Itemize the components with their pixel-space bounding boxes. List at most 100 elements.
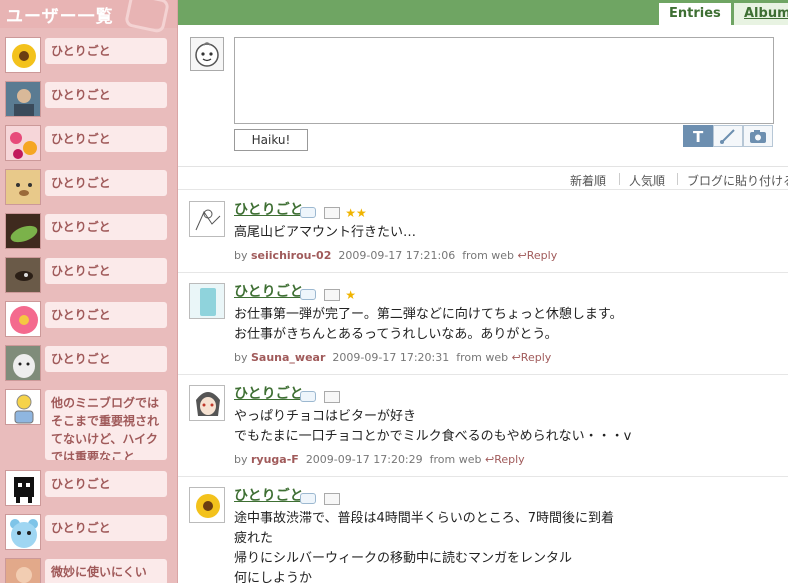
- sidebar-item-label[interactable]: ひとりごと: [45, 82, 167, 108]
- post-composer: Haiku! T: [178, 25, 788, 167]
- star-rating[interactable]: ★: [345, 288, 356, 302]
- entry-icons: [300, 386, 341, 403]
- entry-keyword-link[interactable]: ひとりごと: [234, 199, 304, 219]
- sidebar-item-label[interactable]: ひとりごと: [45, 471, 167, 497]
- entry-text-line: お仕事第一弾が完了ー。第二弾などに向けてちょっと休憩します。: [234, 307, 623, 322]
- entry-icons: ★★: [300, 202, 367, 220]
- image-icon[interactable]: [324, 492, 341, 505]
- entry-avatar[interactable]: [189, 487, 225, 523]
- sidebar-item-label[interactable]: ひとりごと: [45, 346, 167, 372]
- sidebar-item-label[interactable]: 他のミニブログではそこまで重要視されてないけど、ハイクでは重要なこと: [45, 390, 167, 460]
- tab-album[interactable]: Album: [733, 2, 788, 26]
- entry-avatar[interactable]: [189, 201, 225, 237]
- entry-text-line: 帰りにシルバーウィークの移動中に読むマンガをレンタル: [234, 551, 573, 566]
- svg-text:T: T: [693, 128, 704, 146]
- photo-avatar[interactable]: [5, 558, 41, 583]
- sidebar-item-label[interactable]: ひとりごと: [45, 38, 167, 64]
- embed-blog-link[interactable]: ブログに貼り付ける: [687, 172, 788, 189]
- entry-source: from web: [462, 249, 515, 262]
- camera-icon[interactable]: [743, 125, 773, 147]
- pink-flower-avatar[interactable]: [5, 301, 41, 337]
- entry: ひとりごと やっぱりチョコはビターが好き でもたまに一口チョコとかでミルク食べる…: [178, 375, 788, 477]
- sort-bar: 新着順 人気順 ブログに貼り付ける: [178, 168, 788, 190]
- entry-meta: by seiichirou-02 2009-09-17 17:21:06 fro…: [234, 249, 558, 262]
- haiku-submit-button[interactable]: Haiku!: [234, 129, 308, 151]
- entry-source: from web: [456, 351, 509, 364]
- entry: ひとりごと ★★ 高尾山ビアマウント行きたい… by seiichirou-02…: [178, 191, 788, 273]
- comment-bubble-icon[interactable]: [300, 207, 316, 218]
- entry-body: お仕事第一弾が完了ー。第二弾などに向けてちょっと休憩します。 お仕事がきちんとあ…: [234, 305, 623, 345]
- entry-keyword-link[interactable]: ひとりごと: [234, 383, 304, 403]
- sort-newest-link[interactable]: 新着順: [570, 172, 606, 189]
- face-logo-icon: [123, 0, 171, 34]
- comment-bubble-icon[interactable]: [300, 289, 316, 300]
- entry-icons: ★: [300, 284, 356, 302]
- sidebar-item-label[interactable]: ひとりごと: [45, 515, 167, 541]
- sidebar-header: ユーザー一覧: [0, 0, 177, 34]
- post-textarea[interactable]: [234, 37, 774, 124]
- sunflower-avatar[interactable]: [5, 37, 41, 73]
- person-icon-avatar[interactable]: [5, 389, 41, 425]
- star-rating[interactable]: ★★: [345, 206, 367, 220]
- sidebar-item-label[interactable]: ひとりごと: [45, 126, 167, 152]
- animal-eye-avatar[interactable]: [5, 257, 41, 293]
- pixel-creature-avatar[interactable]: [5, 470, 41, 506]
- image-icon[interactable]: [324, 288, 341, 301]
- reply-label: Reply: [526, 249, 558, 262]
- divider: [619, 173, 620, 185]
- entry-body: 途中事故渋滞で、普段は4時間半くらいのところ、7時間後に到着 疲れた 帰りにシル…: [234, 509, 614, 583]
- brush-icon[interactable]: [713, 125, 743, 147]
- entry-author-link[interactable]: Sauna_wear: [251, 351, 325, 364]
- image-icon[interactable]: [324, 390, 341, 403]
- sidebar-item-label[interactable]: ひとりごと: [45, 170, 167, 196]
- divider: [677, 173, 678, 185]
- entry-text-line: やっぱりチョコはビターが好き: [234, 409, 417, 424]
- reply-label: Reply: [520, 351, 552, 364]
- entry-timestamp[interactable]: 2009-09-17 17:20:31: [332, 351, 449, 364]
- comment-bubble-icon[interactable]: [300, 391, 316, 402]
- sidebar-item-label[interactable]: ひとりごと: [45, 302, 167, 328]
- sidebar-title: ユーザー一覧: [6, 7, 114, 27]
- entry: ひとりごと 途中事故渋滞で、普段は4時間半くらいのところ、7時間後に到着 疲れた…: [178, 477, 788, 583]
- sort-popular-link[interactable]: 人気順: [629, 172, 665, 189]
- text-mode-icon[interactable]: T: [683, 125, 713, 147]
- reply-link[interactable]: ↩Reply: [485, 453, 525, 466]
- entry-text-line: 何にしようか: [234, 571, 313, 583]
- entry-text-line: 高尾山ビアマウント行きたい…: [234, 225, 417, 240]
- dog-avatar[interactable]: [5, 345, 41, 381]
- sidebar-item-label[interactable]: ひとりごと: [45, 258, 167, 284]
- user-list-sidebar: ユーザー一覧 ひとりごと ひとりごと ひとりごと ひとりごと ひとりごと ひとり…: [0, 0, 178, 583]
- entry-avatar[interactable]: [189, 385, 225, 421]
- reply-label: Reply: [494, 453, 525, 466]
- entry-timestamp[interactable]: 2009-09-17 17:21:06: [338, 249, 455, 262]
- person-photo-avatar[interactable]: [5, 81, 41, 117]
- entry-source: from web: [429, 453, 482, 466]
- entry-meta: by Sauna_wear 2009-09-17 17:20:31 from w…: [234, 351, 552, 364]
- entry-author-link[interactable]: seiichirou-02: [251, 249, 331, 262]
- entry-text-line: でもたまに一口チョコとかでミルク食べるのもやめられない・・・v: [234, 429, 632, 444]
- entry-avatar[interactable]: [189, 283, 225, 319]
- image-icon[interactable]: [324, 206, 341, 219]
- leaf-avatar[interactable]: [5, 213, 41, 249]
- entry: ひとりごと ★ お仕事第一弾が完了ー。第二弾などに向けてちょっと休憩します。 お…: [178, 273, 788, 375]
- bear-avatar[interactable]: [5, 169, 41, 205]
- entry-body: 高尾山ビアマウント行きたい…: [234, 223, 416, 243]
- entry-text-line: お仕事がきちんとあるってうれしいなあ。ありがとう。: [234, 327, 558, 342]
- comment-bubble-icon[interactable]: [300, 493, 316, 504]
- entry-keyword-link[interactable]: ひとりごと: [234, 485, 304, 505]
- entry-keyword-link[interactable]: ひとりごと: [234, 281, 304, 301]
- sidebar-item-label[interactable]: 微妙に使いにくい: [45, 559, 167, 583]
- tab-entries[interactable]: Entries: [658, 2, 732, 26]
- smiley-face-icon: [190, 37, 224, 71]
- entry-meta: by ryuga-F 2009-09-17 17:20:29 from web …: [234, 453, 525, 466]
- entry-text-line: 途中事故渋滞で、普段は4時間半くらいのところ、7時間後に到着: [234, 511, 615, 526]
- blue-bear-avatar[interactable]: [5, 514, 41, 550]
- entry-timestamp[interactable]: 2009-09-17 17:20:29: [306, 453, 423, 466]
- reply-link[interactable]: ↩Reply: [518, 249, 558, 262]
- entry-author-link[interactable]: ryuga-F: [251, 453, 299, 466]
- reply-link[interactable]: ↩Reply: [512, 351, 552, 364]
- sidebar-item-label[interactable]: ひとりごと: [45, 214, 167, 240]
- top-bar: Entries Album: [178, 0, 788, 26]
- flowers-avatar[interactable]: [5, 125, 41, 161]
- app-window: ユーザー一覧 ひとりごと ひとりごと ひとりごと ひとりごと ひとりごと ひとり…: [0, 0, 788, 583]
